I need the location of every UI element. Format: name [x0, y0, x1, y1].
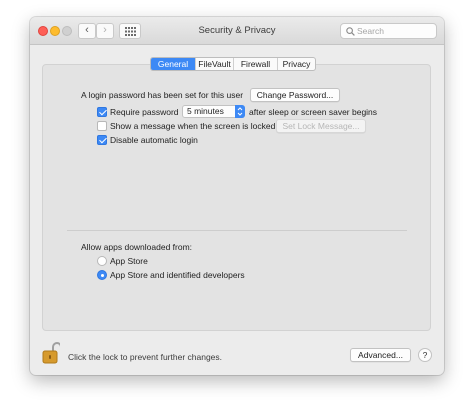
section-divider	[67, 230, 407, 231]
disable-auto-login-label: Disable automatic login	[110, 135, 198, 145]
change-password-button[interactable]: Change Password...	[250, 88, 340, 102]
show-message-label: Show a message when the screen is locked	[110, 121, 276, 131]
help-button[interactable]: ?	[418, 348, 432, 362]
login-password-status: A login password has been set for this u…	[81, 90, 244, 100]
require-password-delay-select[interactable]: 5 minutes	[182, 105, 245, 118]
search-input[interactable]	[357, 25, 433, 37]
lock-status-text: Click the lock to prevent further change…	[68, 352, 223, 362]
show-all-button[interactable]	[119, 23, 141, 39]
tab-privacy[interactable]: Privacy	[277, 58, 315, 70]
close-window-button[interactable]	[38, 26, 48, 36]
radio-app-store-identified-label: App Store and identified developers	[110, 270, 245, 280]
require-password-delay-value: 5 minutes	[187, 106, 224, 116]
tab-filevault[interactable]: FileVault	[195, 58, 233, 70]
radio-app-store-label: App Store	[110, 256, 148, 266]
title-bar: ‹ › Security & Privacy	[30, 17, 444, 45]
zoom-window-button[interactable]	[62, 26, 72, 36]
allow-apps-heading: Allow apps downloaded from:	[81, 242, 193, 252]
radio-app-store-identified[interactable]	[97, 270, 107, 280]
window-title: Security & Privacy	[198, 25, 276, 36]
require-password-checkbox[interactable]	[97, 107, 107, 117]
disable-auto-login-checkbox[interactable]	[97, 135, 107, 145]
tab-bar: General FileVault Firewall Privacy	[150, 57, 316, 71]
general-panel: A login password has been set for this u…	[42, 64, 431, 331]
search-icon	[346, 27, 355, 36]
set-lock-message-button[interactable]: Set Lock Message...	[276, 119, 366, 133]
chevron-updown-icon	[235, 105, 245, 118]
grid-icon	[125, 27, 136, 36]
lock-button[interactable]	[42, 342, 62, 366]
show-message-checkbox[interactable]	[97, 121, 107, 131]
unlocked-padlock-icon	[42, 342, 62, 364]
advanced-button[interactable]: Advanced...	[350, 348, 411, 362]
require-password-label: Require password	[110, 107, 179, 117]
tab-general[interactable]: General	[151, 58, 195, 70]
minimize-window-button[interactable]	[50, 26, 60, 36]
forward-button[interactable]: ›	[96, 23, 114, 39]
require-password-suffix: after sleep or screen saver begins	[249, 107, 378, 117]
preferences-window: ‹ › Security & Privacy General FileVault…	[30, 17, 444, 375]
back-button[interactable]: ‹	[78, 23, 96, 39]
radio-app-store[interactable]	[97, 256, 107, 266]
search-field[interactable]	[340, 23, 437, 39]
tab-firewall[interactable]: Firewall	[233, 58, 277, 70]
